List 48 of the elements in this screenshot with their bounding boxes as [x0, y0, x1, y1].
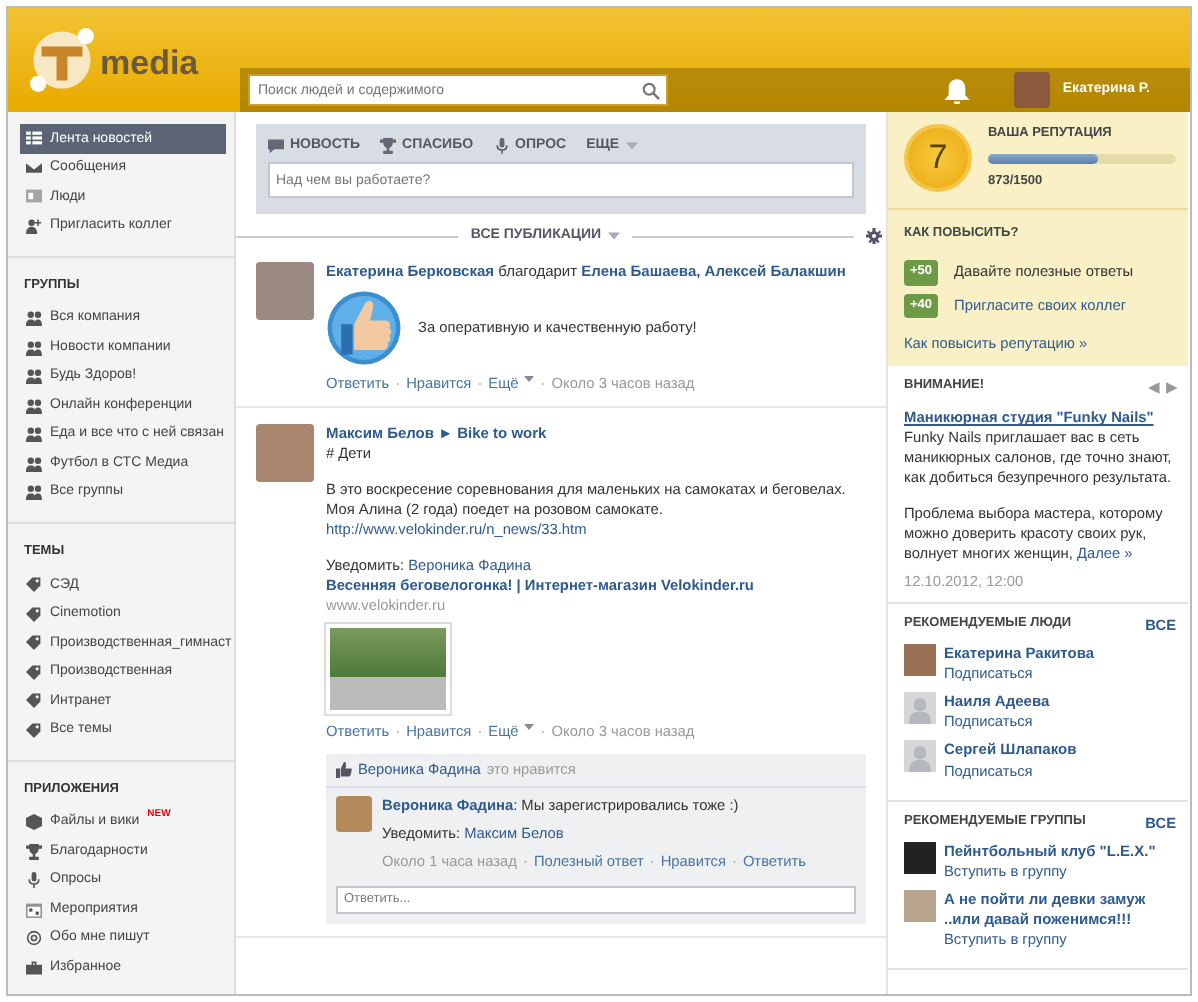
avatar-photo [336, 795, 372, 832]
bell-icon[interactable] [944, 77, 971, 103]
trophy-icon [380, 137, 397, 154]
group-photo [904, 841, 936, 874]
people-icon [26, 426, 42, 443]
microphone-icon [493, 137, 510, 154]
people-icon [26, 339, 42, 356]
caret-icon [607, 230, 620, 243]
box-icon [26, 814, 42, 831]
briefcase-icon [26, 959, 42, 976]
caret-icon [524, 722, 535, 732]
avatar-photo [256, 423, 314, 482]
add-person-icon [26, 217, 42, 234]
thumbs-up-icon [326, 290, 402, 366]
people-icon [26, 484, 42, 501]
caret-icon [524, 374, 535, 384]
settings-icon [866, 228, 882, 245]
tag-icon [26, 576, 42, 593]
list-icon [26, 130, 42, 147]
people-icon [26, 368, 42, 385]
tag-icon [26, 605, 42, 622]
at-sign-icon [26, 930, 42, 947]
envelope-icon [26, 159, 42, 176]
logo-icon [28, 26, 96, 94]
user-avatar[interactable] [1014, 72, 1051, 108]
microphone-icon [26, 872, 42, 889]
caret-icon [625, 139, 638, 152]
speech-bubble-icon [268, 137, 284, 154]
thumbs-up-icon [336, 761, 352, 778]
group-photo [904, 889, 936, 922]
contact-card-icon [26, 188, 42, 205]
photo-placeholder [326, 624, 450, 714]
search-icon [642, 81, 660, 99]
people-icon [26, 397, 42, 414]
tag-icon [26, 634, 42, 651]
people-icon [26, 310, 42, 327]
logo-text: media [100, 41, 199, 86]
calendar-icon [26, 901, 42, 918]
tag-icon [26, 663, 42, 680]
default-avatar-icon [904, 740, 936, 773]
tag-icon [26, 692, 42, 709]
avatar-photo [256, 261, 314, 320]
default-avatar-icon [904, 692, 936, 725]
tag-icon [26, 721, 42, 738]
avatar-photo [904, 644, 936, 677]
level-medal: 7 [904, 124, 972, 192]
people-icon [26, 455, 42, 472]
trophy-icon [26, 843, 42, 860]
